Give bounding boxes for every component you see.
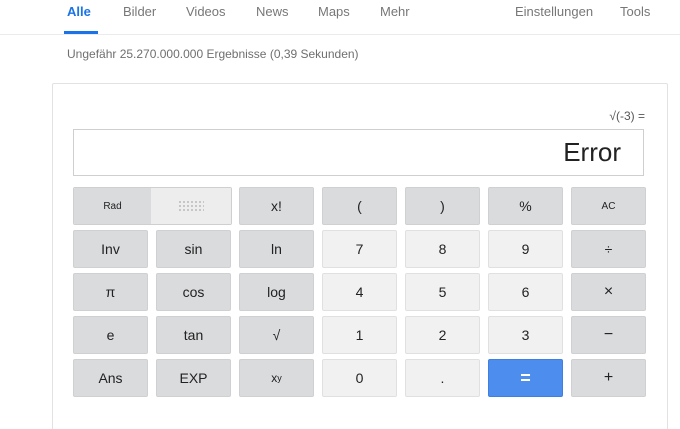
power-exponent-label: y — [277, 373, 282, 383]
tab-news[interactable]: News — [256, 4, 289, 19]
digit-3-button[interactable]: 3 — [488, 316, 563, 354]
tan-button[interactable]: tan — [156, 316, 231, 354]
tools-link[interactable]: Tools — [620, 4, 650, 19]
calculator-display: Error — [73, 129, 644, 176]
digit-8-button[interactable]: 8 — [405, 230, 480, 268]
divide-button[interactable]: ÷ — [571, 230, 646, 268]
tab-videos[interactable]: Videos — [186, 4, 226, 19]
digit-1-button[interactable]: 1 — [322, 316, 397, 354]
settings-link[interactable]: Einstellungen — [515, 4, 593, 19]
tab-maps[interactable]: Maps — [318, 4, 350, 19]
power-button[interactable]: xy — [239, 359, 314, 397]
minus-button[interactable]: − — [571, 316, 646, 354]
pi-button[interactable]: π — [73, 273, 148, 311]
deg-button[interactable] — [151, 188, 231, 224]
open-paren-button[interactable]: ( — [322, 187, 397, 225]
search-tabs-bar: Alle Bilder Videos News Maps Mehr Einste… — [0, 0, 680, 35]
calculator-card: √(-3) = Error Rad x! ( ) % AC Inv sin ln… — [52, 83, 668, 429]
cos-button[interactable]: cos — [156, 273, 231, 311]
digit-9-button[interactable]: 9 — [488, 230, 563, 268]
display-value: Error — [563, 137, 621, 167]
digit-2-button[interactable]: 2 — [405, 316, 480, 354]
equals-button[interactable]: = — [488, 359, 563, 397]
log-button[interactable]: log — [239, 273, 314, 311]
tab-alle[interactable]: Alle — [67, 4, 91, 19]
euler-button[interactable]: e — [73, 316, 148, 354]
results-stats: Ungefähr 25.270.000.000 Ergebnisse (0,39… — [67, 47, 359, 61]
all-clear-button[interactable]: AC — [571, 187, 646, 225]
plus-button[interactable]: + — [571, 359, 646, 397]
digit-6-button[interactable]: 6 — [488, 273, 563, 311]
angle-mode-toggle: Rad — [73, 187, 232, 225]
expression-history: √(-3) = — [609, 109, 645, 123]
rad-button[interactable]: Rad — [74, 188, 151, 224]
dotted-pattern-icon — [178, 199, 204, 213]
sin-button[interactable]: sin — [156, 230, 231, 268]
exp-button[interactable]: EXP — [156, 359, 231, 397]
percent-button[interactable]: % — [488, 187, 563, 225]
answer-button[interactable]: Ans — [73, 359, 148, 397]
tab-bilder[interactable]: Bilder — [123, 4, 156, 19]
digit-5-button[interactable]: 5 — [405, 273, 480, 311]
tab-mehr[interactable]: Mehr — [380, 4, 410, 19]
sqrt-button[interactable]: √ — [239, 316, 314, 354]
multiply-button[interactable]: × — [571, 273, 646, 311]
decimal-point-button[interactable]: . — [405, 359, 480, 397]
close-paren-button[interactable]: ) — [405, 187, 480, 225]
inverse-button[interactable]: Inv — [73, 230, 148, 268]
digit-7-button[interactable]: 7 — [322, 230, 397, 268]
digit-0-button[interactable]: 0 — [322, 359, 397, 397]
ln-button[interactable]: ln — [239, 230, 314, 268]
digit-4-button[interactable]: 4 — [322, 273, 397, 311]
active-tab-indicator — [64, 31, 98, 34]
factorial-button[interactable]: x! — [239, 187, 314, 225]
